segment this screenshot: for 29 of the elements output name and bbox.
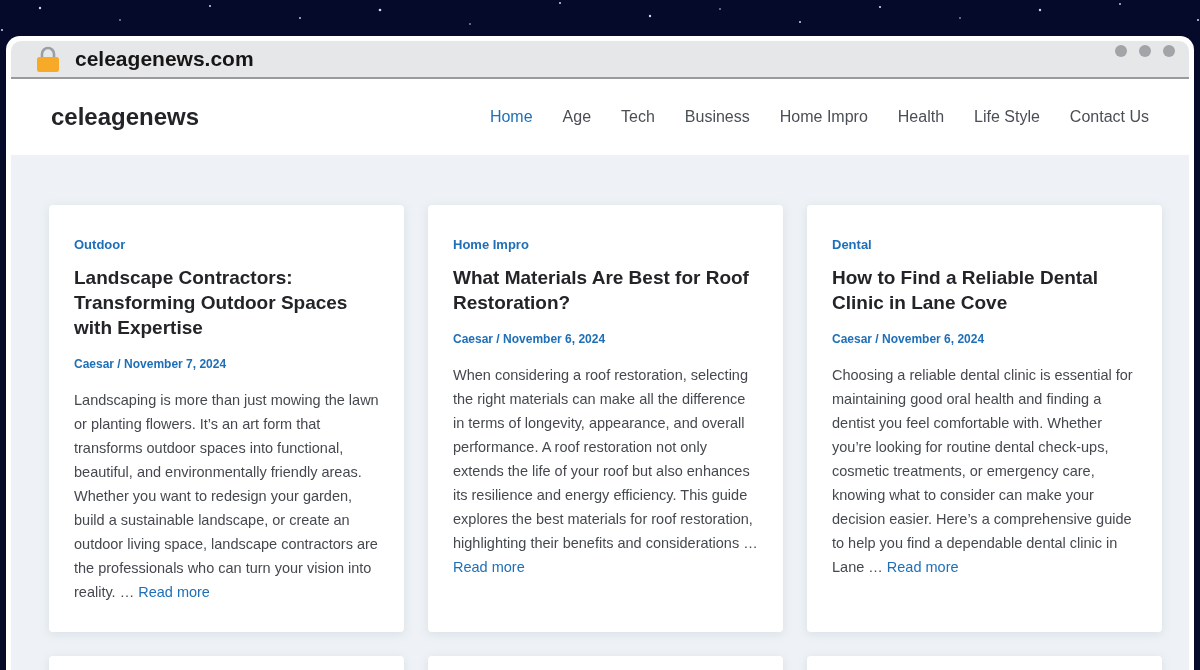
nav-link[interactable]: Health xyxy=(897,108,945,126)
article-excerpt: Landscaping is more than just mowing the lawn or planting flowers. It’s an art form that transforms outdoor spaces into functional, beautiful, and environmentally friendly areas. Whether you want to redesign your garden, build a sustainable landscape, or create an outdoor living space, landscape contractors are the professionals who can turn your vision into reality. … Read more xyxy=(74,391,380,602)
nav-link[interactable]: Contact Us xyxy=(1069,108,1149,126)
category-link[interactable]: Home Impro xyxy=(453,237,529,252)
article-excerpt: When considering a roof restoration, selecting the right materials can make all the difference in terms of longevity, appearance, and overall performance. A roof restoration not only extends the life of your roof but also enhances its resilience and energy efficiency. This guide explores the best materials for roof restoration, highlighting their benefits and considerations … Read more xyxy=(453,366,759,577)
url-text[interactable]: celeagenews.com xyxy=(75,47,254,71)
category-link[interactable]: Outdoor xyxy=(74,237,126,252)
article-title[interactable]: What Materials Are Best for Roof Restoration? xyxy=(453,265,759,315)
site-logo[interactable]: celeagenews xyxy=(51,103,200,131)
read-more-link[interactable]: Read more xyxy=(138,584,210,600)
post-meta[interactable]: Caesar / November 6, 2024 xyxy=(453,332,606,346)
nav-link[interactable]: Tech xyxy=(621,108,655,126)
read-more-link[interactable]: Read more xyxy=(453,559,525,575)
nav-link[interactable]: Age xyxy=(562,108,592,126)
category-link[interactable]: Dental xyxy=(832,237,872,252)
post-meta[interactable]: Caesar / November 7, 2024 xyxy=(74,357,227,371)
padlock-icon xyxy=(37,46,59,72)
article-title[interactable]: How to Find a Reliable Dental Clinic in Lane Cove xyxy=(832,265,1138,315)
nav-link[interactable]: Life Style xyxy=(974,108,1040,126)
nav-link[interactable]: Home Impro xyxy=(779,108,868,126)
window-dot-icon[interactable] xyxy=(1139,45,1151,57)
nav-link[interactable]: Business xyxy=(684,108,750,126)
window-dot-icon[interactable] xyxy=(1115,45,1127,57)
post-meta[interactable]: Caesar / November 6, 2024 xyxy=(832,332,985,346)
nav-link[interactable]: Home xyxy=(489,108,533,126)
read-more-link[interactable]: Read more xyxy=(886,559,959,575)
window-dot-icon[interactable] xyxy=(1163,45,1175,57)
article-excerpt: Choosing a reliable dental clinic is essential for maintaining good oral health and finding a dentist you feel comfortable with. Whether you’re looking for routine dental check-ups, cosmetic treatments, or emergency care, knowing what to consider can make your decision easier. Here’s a comprehensive guide to help you find a dependable dental clinic in Lane … Read more xyxy=(832,366,1134,577)
article-title[interactable]: Landscape Contractors: Transforming Outdoor Spaces with Expertise xyxy=(74,265,380,340)
